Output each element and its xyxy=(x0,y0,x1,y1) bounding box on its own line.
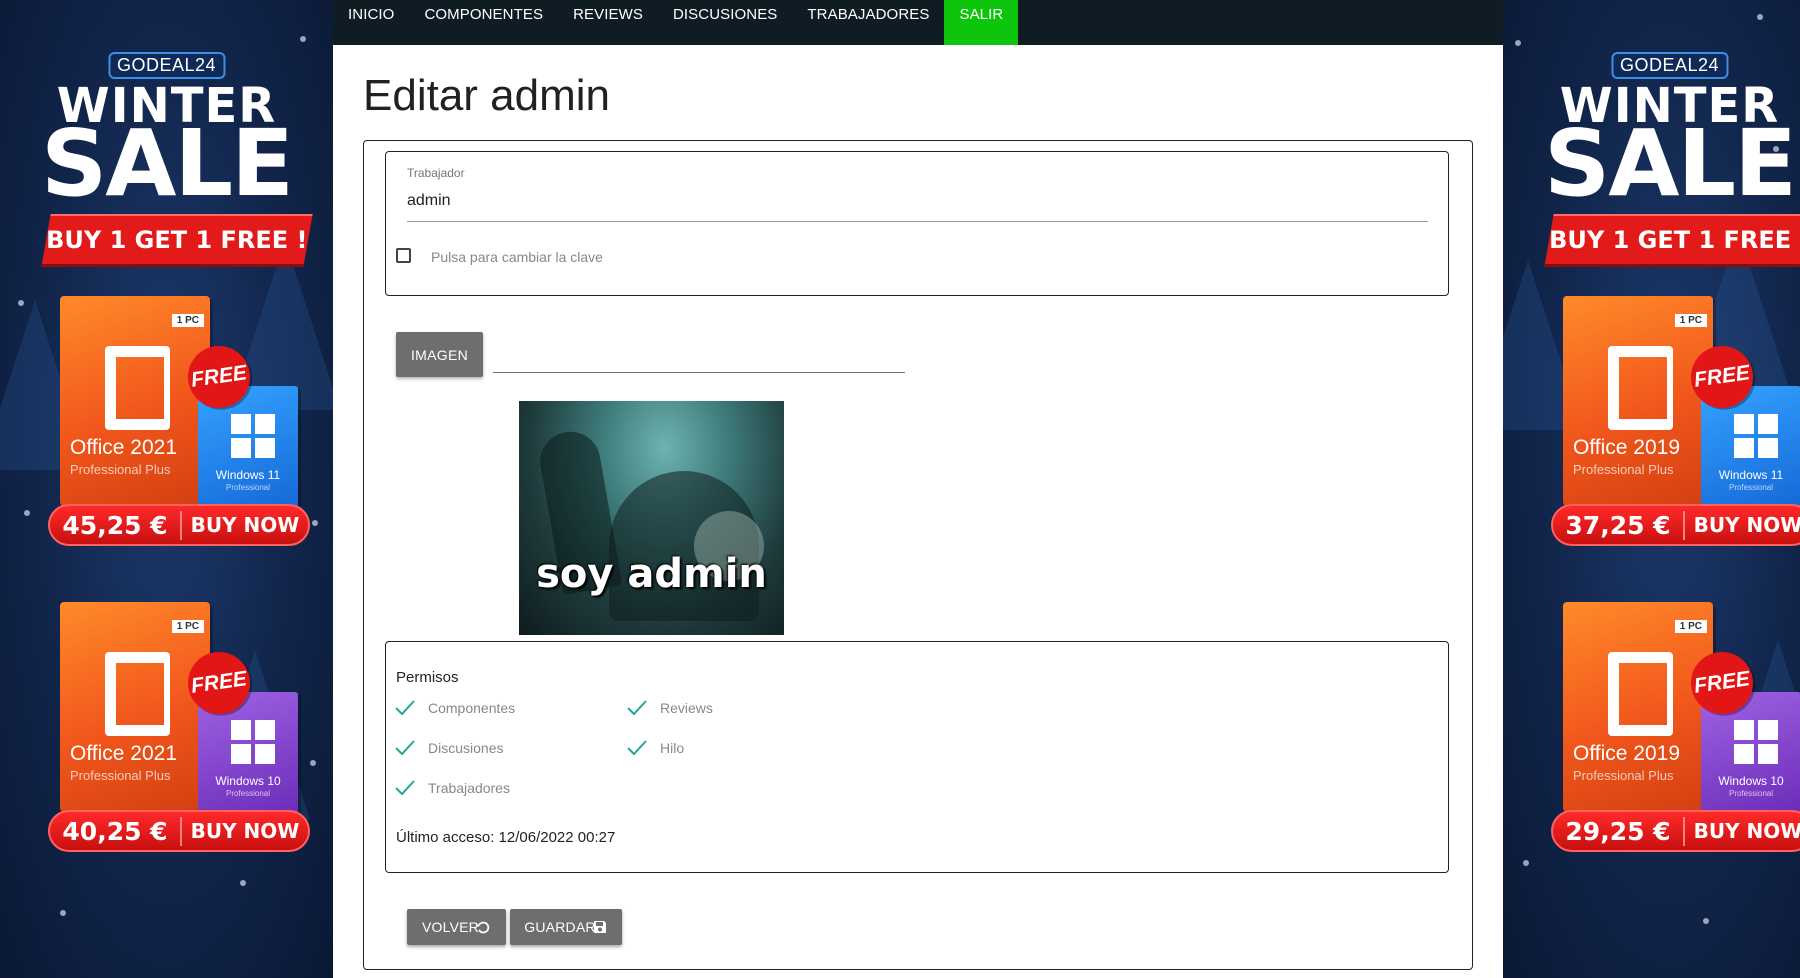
ad-promo[interactable]: 1 PC Office 2019 Professional Plus Windo… xyxy=(1551,296,1800,556)
save-button-label: GUARDAR xyxy=(524,919,596,935)
permission-trabajadores[interactable]: Trabajadores xyxy=(394,777,510,799)
ad-ribbon: BUY 1 GET 1 FREE ! xyxy=(41,214,313,267)
last-access-text: Último acceso: 12/06/2022 00:27 xyxy=(396,829,616,846)
office-box: 1 PC Office 2019 Professional Plus xyxy=(1563,602,1713,812)
check-icon xyxy=(626,737,648,759)
change-password-checkbox[interactable] xyxy=(396,248,411,263)
ad-price: 40,25 € xyxy=(50,816,182,846)
save-icon xyxy=(592,919,608,935)
image-upload-button[interactable]: IMAGEN xyxy=(396,332,483,377)
windows-icon xyxy=(1734,720,1778,764)
buy-now-button[interactable]: 45,25 € BUY NOW xyxy=(48,504,310,546)
buy-now-button[interactable]: 29,25 € BUY NOW xyxy=(1551,810,1800,852)
ad-headline-sale: SALE xyxy=(1544,110,1797,217)
permission-label: Componentes xyxy=(428,700,516,716)
office-icon xyxy=(1608,346,1673,430)
windows-icon xyxy=(1734,414,1778,458)
check-icon xyxy=(394,737,416,759)
ad-promo[interactable]: 1 PC Office 2021 Professional Plus Windo… xyxy=(48,296,312,556)
save-button[interactable]: GUARDAR xyxy=(510,909,622,945)
worker-field-underline xyxy=(407,221,1428,222)
ad-ribbon: BUY 1 GET 1 FREE ! xyxy=(1544,214,1800,267)
permissions-title: Permisos xyxy=(396,669,459,686)
buy-now-label: BUY NOW xyxy=(190,513,300,537)
ad-price: 45,25 € xyxy=(50,510,182,540)
nav-trabajadores[interactable]: TRABAJADORES xyxy=(792,0,944,45)
undo-icon xyxy=(475,919,491,935)
ad-price: 29,25 € xyxy=(1553,816,1685,846)
permission-componentes[interactable]: Componentes xyxy=(394,697,515,719)
image-file-path-field[interactable] xyxy=(493,372,905,373)
buy-now-button[interactable]: 40,25 € BUY NOW xyxy=(48,810,310,852)
back-button-label: VOLVER xyxy=(422,919,479,935)
ad-price: 37,25 € xyxy=(1553,510,1685,540)
buy-now-label: BUY NOW xyxy=(1693,513,1800,537)
nav-reviews[interactable]: REVIEWS xyxy=(558,0,658,45)
top-nav: INICIO COMPONENTES REVIEWS DISCUSIONES T… xyxy=(333,0,1503,45)
buy-now-label: BUY NOW xyxy=(190,819,300,843)
buy-now-label: BUY NOW xyxy=(1693,819,1800,843)
permission-label: Reviews xyxy=(660,700,713,716)
permission-label: Hilo xyxy=(660,740,685,756)
office-box: 1 PC Office 2021 Professional Plus xyxy=(60,602,210,812)
ad-promo[interactable]: 1 PC Office 2019 Professional Plus Windo… xyxy=(1551,602,1800,862)
change-password-label[interactable]: Pulsa para cambiar la clave xyxy=(431,249,603,265)
office-icon xyxy=(1608,652,1673,736)
right-ad-banner[interactable]: GODEAL24 WINTER SALE BUY 1 GET 1 FREE ! … xyxy=(1503,0,1800,978)
profile-image-preview: soy admin xyxy=(519,401,784,635)
nav-salir[interactable]: SALIR xyxy=(944,0,1019,45)
main-content: Editar admin Trabajador admin Pulsa para… xyxy=(333,45,1503,978)
ad-promo[interactable]: 1 PC Office 2021 Professional Plus Windo… xyxy=(48,602,312,862)
windows-icon xyxy=(231,414,275,458)
permission-discusiones[interactable]: Discusiones xyxy=(394,737,503,759)
edit-form: Trabajador admin Pulsa para cambiar la c… xyxy=(363,140,1473,970)
check-icon xyxy=(626,697,648,719)
windows-icon xyxy=(231,720,275,764)
permission-reviews[interactable]: Reviews xyxy=(626,697,713,719)
godeal-logo: GODEAL24 xyxy=(1610,52,1729,79)
office-icon xyxy=(105,652,170,736)
page-title: Editar admin xyxy=(363,71,611,120)
nav-componentes[interactable]: COMPONENTES xyxy=(409,0,558,45)
permission-hilo[interactable]: Hilo xyxy=(626,737,684,759)
worker-field[interactable]: admin xyxy=(407,192,451,210)
godeal-logo: GODEAL24 xyxy=(107,52,226,79)
ad-headline-sale: SALE xyxy=(41,110,294,217)
permission-label: Discusiones xyxy=(428,740,504,756)
buy-now-button[interactable]: 37,25 € BUY NOW xyxy=(1551,504,1800,546)
permissions-card: Permisos Componentes Reviews Discusiones… xyxy=(385,641,1449,873)
left-ad-banner[interactable]: GODEAL24 WINTER SALE BUY 1 GET 1 FREE ! … xyxy=(0,0,333,978)
check-icon xyxy=(394,697,416,719)
office-box: 1 PC Office 2019 Professional Plus xyxy=(1563,296,1713,506)
nav-inicio[interactable]: INICIO xyxy=(333,0,409,45)
image-caption: soy admin xyxy=(536,551,767,597)
nav-discusiones[interactable]: DISCUSIONES xyxy=(658,0,792,45)
office-icon xyxy=(105,346,170,430)
back-button[interactable]: VOLVER xyxy=(407,909,506,945)
worker-field-label: Trabajador xyxy=(407,166,465,180)
worker-card: Trabajador admin Pulsa para cambiar la c… xyxy=(385,151,1449,296)
permission-label: Trabajadores xyxy=(428,780,510,796)
office-box: 1 PC Office 2021 Professional Plus xyxy=(60,296,210,506)
check-icon xyxy=(394,777,416,799)
